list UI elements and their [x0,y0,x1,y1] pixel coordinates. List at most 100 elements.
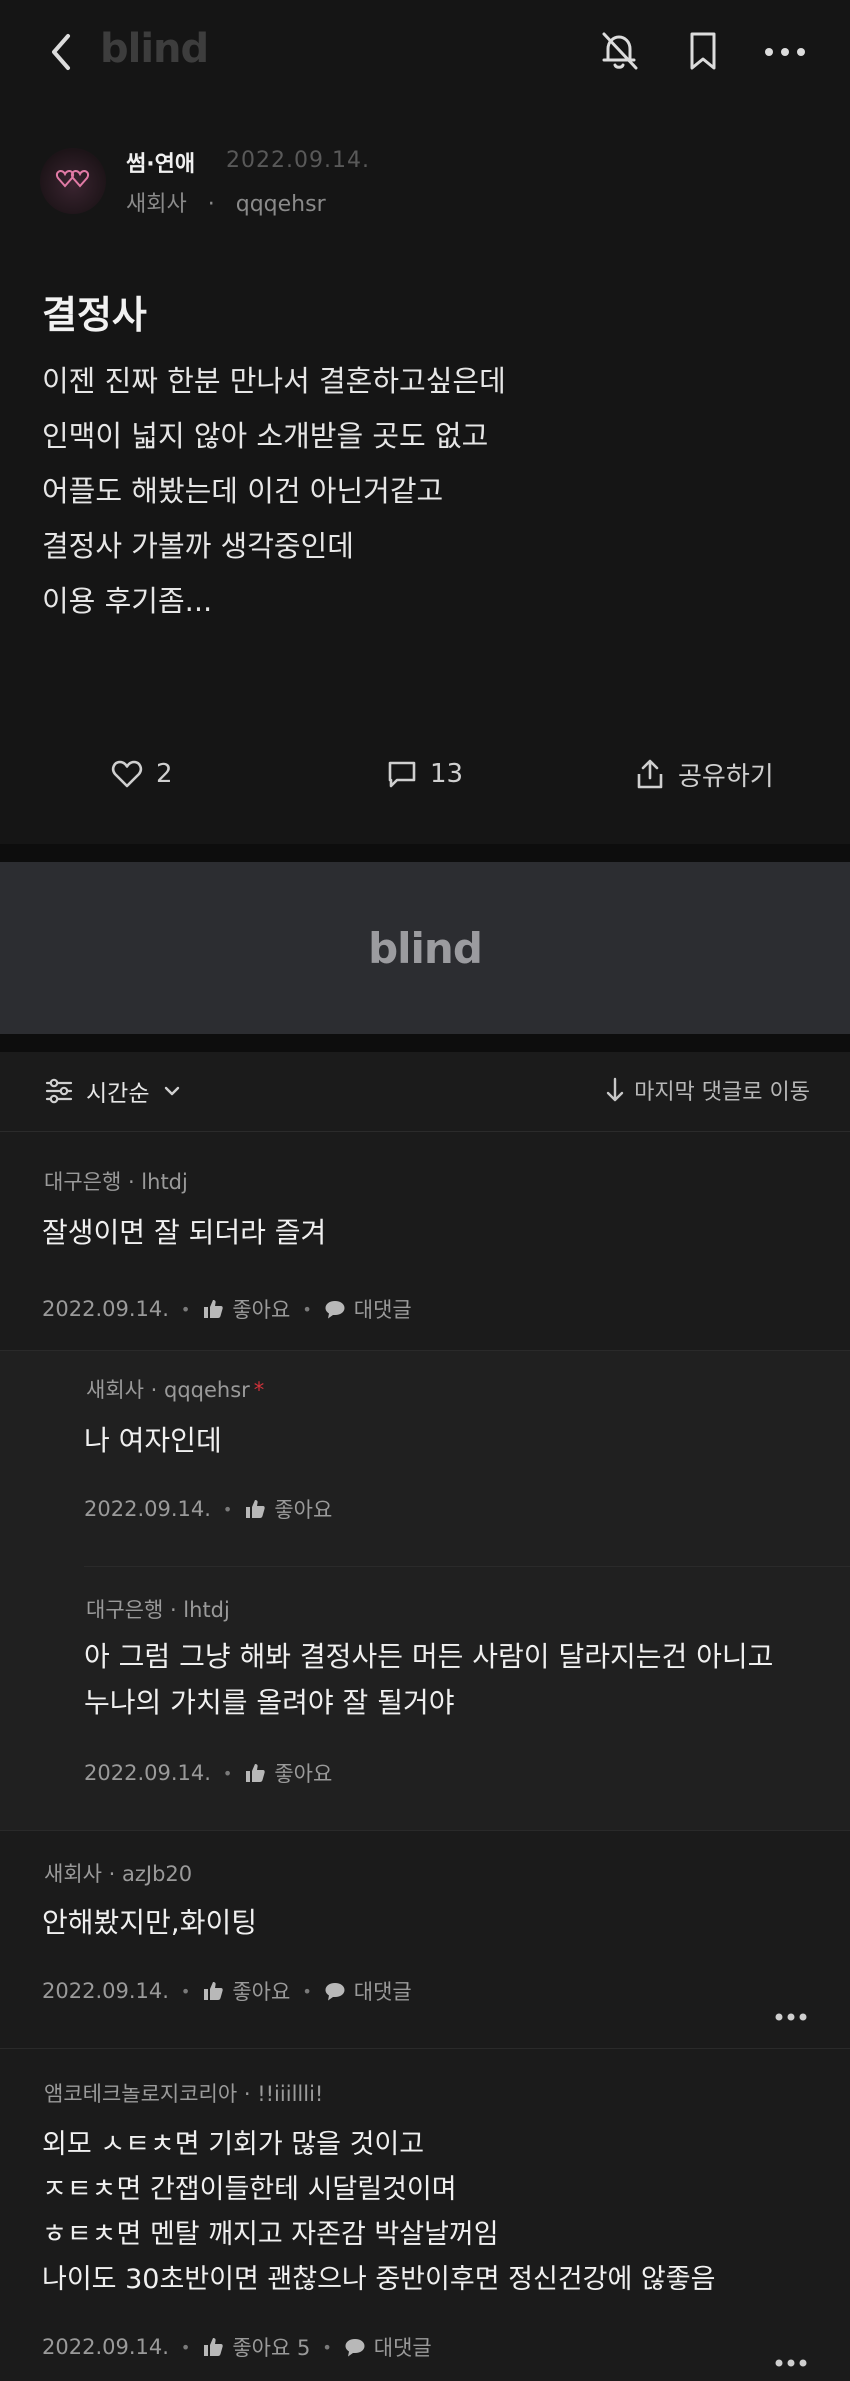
author-company: 새회사 [126,192,187,217]
comment-footer: 2022.09.14. • 좋아요 [84,1494,332,1524]
thumbs-up-icon[interactable] [202,2336,224,2358]
comment-author[interactable]: 새회사 · qqqehsr * [86,1374,264,1404]
share-button[interactable]: 공유하기 [634,756,774,792]
reply-bubble-icon[interactable] [324,1298,346,1320]
share-label: 공유하기 [678,761,774,792]
comment-footer: 2022.09.14. • 좋아요 • 대댓글 [42,1976,412,2006]
comment-text: 외모 ㅅㅌㅊ면 기회가 많을 것이고 ㅈㅌㅊ면 간잽이들한테 시달릴것이며 ㅎㅌ… [42,2122,715,2302]
comment-author[interactable]: 앰코테크놀로지코리아 · !!iiillli! [44,2078,323,2108]
reply-bubble-icon[interactable] [324,1980,346,2002]
post-body-line: 어플도 해봤는데 이건 아닌거같고 [42,474,444,508]
separator-dot: • [180,1299,191,1319]
comment-button[interactable]: 13 [386,756,463,792]
post-body-line: 이용 후기좀... [42,584,213,618]
comment: 앰코테크놀로지코리아 · !!iiillli! 외모 ㅅㅌㅊ면 기회가 많을 것… [0,2048,850,2381]
comment: 새회사 · azJb20 안해봤지만,화이팅 2022.09.14. • 좋아요… [0,1830,850,2048]
comment-footer: 2022.09.14. • 좋아요 • 대댓글 [42,1294,412,1324]
like-label[interactable]: 좋아요 [232,1294,290,1324]
heart-icon [55,170,90,188]
comments-section: 시간순 마지막 댓글로 이동 대구은행 · lhtdj 잘생이면 잘 되더라 즐… [0,1052,850,2381]
like-label[interactable]: 좋아요 [274,1494,332,1524]
reply-label[interactable]: 대댓글 [354,1976,412,2006]
post-date: 2022.09.14. [226,148,370,173]
comment-date: 2022.09.14. [42,2335,169,2359]
comment-icon [388,761,416,788]
thumbs-up-icon[interactable] [244,1498,266,1520]
comment-line: ㅎㅌㅊ면 멘탈 깨지고 자존감 박살날꺼임 [42,2219,499,2250]
more-icon[interactable] [774,2354,808,2367]
separator-dot: • [180,1981,191,2001]
app-logo: blind [100,26,209,72]
ad-banner[interactable]: blind [0,862,850,1034]
comment-date: 2022.09.14. [42,1297,169,1321]
reply-bubble-icon[interactable] [344,2336,366,2358]
post-body: 이젠 진짜 한분 만나서 결혼하고싶은데 인맥이 넓지 않아 소개받을 곳도 없… [42,354,822,629]
comment-author[interactable]: 대구은행 · lhtdj [86,1594,230,1624]
section-gap [0,1034,850,1052]
like-label[interactable]: 좋아요 [232,1976,290,2006]
separator-dot: • [302,1299,312,1319]
comment-author[interactable]: 대구은행 · lhtdj [44,1166,188,1196]
comment-text: 아 그럼 그냥 해봐 결정사든 머든 사람이 달라지는건 아니고 누나의 가치를… [84,1634,773,1726]
back-icon[interactable] [44,30,80,74]
post-actions: 2 13 공유하기 [0,744,850,804]
board-name[interactable]: 썸·연애 [126,146,195,178]
comment-line: 아 그럼 그냥 해봐 결정사든 머든 사람이 달라지는건 아니고 [84,1640,774,1673]
sort-bar: 시간순 마지막 댓글로 이동 [0,1052,850,1132]
comment-line: 나 여자인데 [84,1424,222,1457]
arrow-down-icon [606,1077,624,1102]
post: 썸·연애 2022.09.14. 새회사 · qqqehsr 결정사 이젠 진짜… [0,104,850,844]
comment-date: 2022.09.14. [42,1979,169,2003]
thumbs-up-icon[interactable] [202,1298,224,1320]
author-name: 새회사 · qqqehsr [86,1378,250,1402]
post-author: 새회사 · qqqehsr [126,186,326,218]
reply-label[interactable]: 대댓글 [354,1294,412,1324]
reply-label[interactable]: 대댓글 [374,2332,432,2362]
thumbs-up-icon[interactable] [202,1980,224,2002]
share-icon [637,759,663,789]
author-username: qqqehsr [235,192,326,217]
more-icon[interactable] [774,2008,808,2021]
comment-text: 잘생이면 잘 되더라 즐겨 [42,1210,326,1256]
comment-count: 13 [430,759,464,789]
like-button[interactable]: 2 [110,756,173,792]
comment-text: 안해봤지만,화이팅 [42,1900,257,1946]
heart-icon [111,760,143,788]
separator-dot: • [222,1763,233,1783]
sort-button[interactable]: 시간순 [44,1074,183,1108]
banner-logo: blind [368,924,483,973]
like-count: 2 [156,759,173,789]
separator-dot: • [322,2337,332,2357]
notification-off-icon[interactable] [596,28,642,74]
comment-date: 2022.09.14. [84,1497,211,1521]
comment-text: 나 여자인데 [84,1418,222,1464]
chevron-down-icon [165,1086,180,1096]
bookmark-icon[interactable] [680,28,726,74]
comment-line: 나이도 30초반이면 괜찮으나 중반이후면 정신건강에 않좋음 [42,2264,716,2295]
section-gap [0,844,850,862]
post-body-line: 결정사 가볼까 생각중인데 [42,529,354,563]
thumbs-up-icon[interactable] [244,1762,266,1784]
separator-dot: • [302,1981,312,2001]
reply-comment: 대구은행 · lhtdj 아 그럼 그냥 해봐 결정사든 머든 사람이 달라지는… [0,1566,850,1830]
comment-line: ㅈㅌㅊ면 간잽이들한테 시달릴것이며 [42,2174,457,2205]
comment-line: 외모 ㅅㅌㅊ면 기회가 많을 것이고 [42,2129,425,2160]
comment-author[interactable]: 새회사 · azJb20 [44,1858,192,1888]
top-bar: blind [0,0,850,104]
separator-dot: • [222,1499,233,1519]
jump-label: 마지막 댓글로 이동 [634,1080,810,1105]
post-body-line: 이젠 진짜 한분 만나서 결혼하고싶은데 [42,364,506,398]
post-title: 결정사 [42,293,147,337]
comment-footer: 2022.09.14. • 좋아요 [84,1758,332,1788]
like-label[interactable]: 좋아요 [274,1758,332,1788]
comment-line: 안해봤지만,화이팅 [42,1906,257,1939]
like-label[interactable]: 좋아요 5 [232,2332,310,2362]
sort-label: 시간순 [86,1081,150,1107]
post-body-line: 인맥이 넓지 않아 소개받을 곳도 없고 [42,419,489,453]
separator-dot: · [207,192,215,217]
jump-to-last-comment-button[interactable]: 마지막 댓글로 이동 [604,1074,810,1106]
board-avatar[interactable] [40,148,106,214]
comment-date: 2022.09.14. [84,1761,211,1785]
more-icon[interactable] [760,28,810,74]
comment-line: 잘생이면 잘 되더라 즐겨 [42,1216,327,1249]
